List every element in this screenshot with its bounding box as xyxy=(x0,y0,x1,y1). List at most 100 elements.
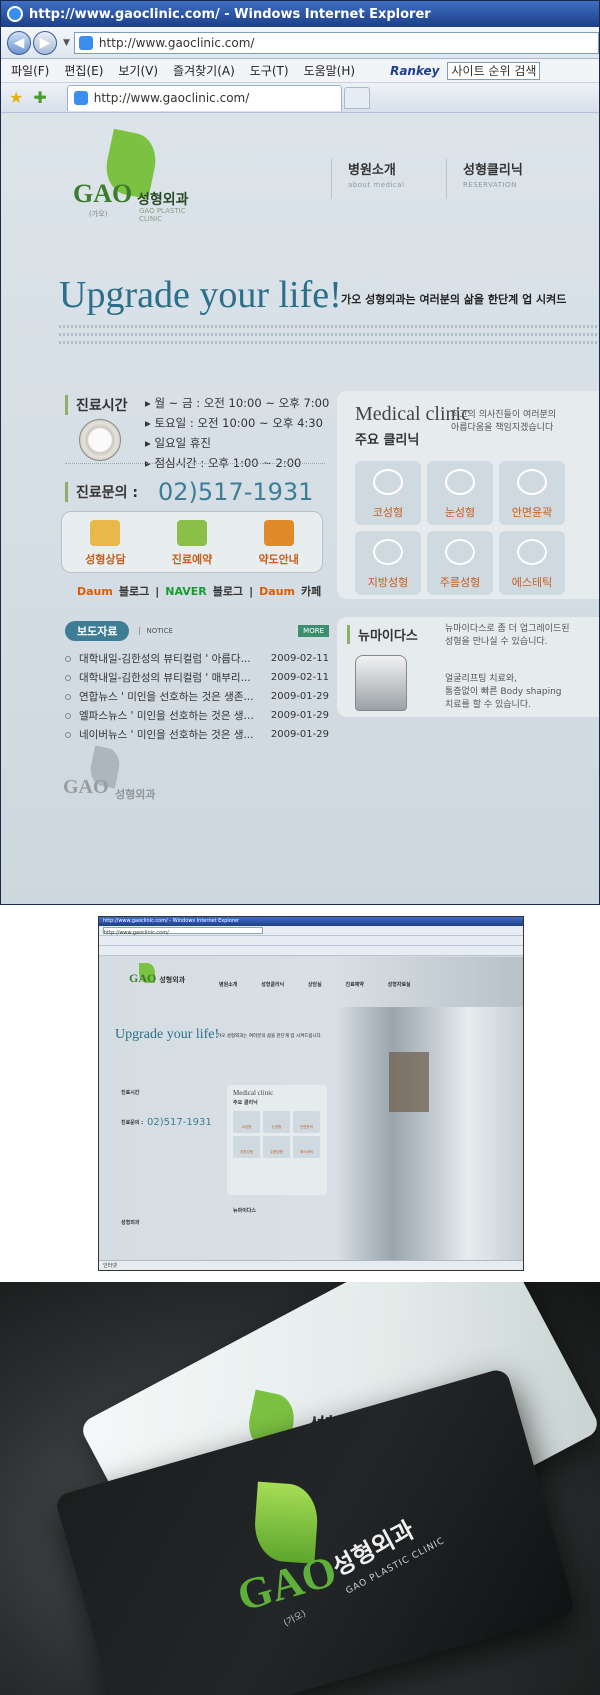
small-phone-label: 진료문의 : xyxy=(121,1120,144,1126)
ie-window-small: http://www.gaoclinic.com/ - Windows Inte… xyxy=(98,916,524,1271)
press-item[interactable]: 네이버뉴스 ' 미인을 선호하는 것은 생... 2009-01-29 xyxy=(65,725,329,744)
clinic-esthetic[interactable]: 에스테틱 xyxy=(499,531,565,595)
logo-paren: (가오) xyxy=(89,210,108,218)
small-clinic-item[interactable]: 코성형 xyxy=(233,1111,260,1133)
naver-blog-link[interactable]: 블로그 xyxy=(213,583,243,599)
menu-tools[interactable]: 도구(T) xyxy=(250,62,289,79)
consult-button[interactable]: 성형상담 xyxy=(62,512,149,572)
medical-clinic-panel: Medical clinic 주요 클리닉 최고의 의사진들이 여러분의 아름다… xyxy=(337,391,599,599)
forward-button[interactable]: ▶ xyxy=(33,30,57,55)
logo-english-name: GAO PLASTIC CLINIC xyxy=(139,207,186,223)
body-icon xyxy=(373,539,403,565)
press-item[interactable]: 연합뉴스 ' 미인을 선호하는 것은 생존... 2009-01-29 xyxy=(65,687,329,706)
footer-korean: 성형외과 xyxy=(115,788,156,801)
small-nav-item[interactable]: 상담실 xyxy=(308,982,322,988)
nav-item-clinic[interactable]: 성형클리닉 RESERVATION xyxy=(446,159,561,199)
favorites-bar: ★ ✚ http://www.gaoclinic.com/ xyxy=(1,83,599,113)
pocket-watch-icon xyxy=(79,419,121,461)
small-nav-item[interactable]: 성형자료실 xyxy=(388,982,411,988)
nose-icon xyxy=(373,469,403,495)
window-title-bar: http://www.gaoclinic.com/ - Windows Inte… xyxy=(1,1,599,27)
clinic-fat[interactable]: 지방성형 xyxy=(355,531,421,595)
hours-title: 진료시간 xyxy=(65,395,128,415)
menu-file[interactable]: 파일(F) xyxy=(11,62,49,79)
top-navigation: 병원소개 about medical 성형클리닉 RESERVATION xyxy=(331,159,561,199)
webpage-content: GAO 성형외과 GAO PLASTIC CLINIC (가오) 병원소개 ab… xyxy=(1,113,599,904)
tab-title: http://www.gaoclinic.com/ xyxy=(93,91,250,105)
small-nav-item[interactable]: 진료예약 xyxy=(345,982,363,988)
daum-logo: Daum xyxy=(259,584,296,598)
small-clinic-item[interactable]: 눈성형 xyxy=(263,1111,290,1133)
clinic-desc-line: 최고의 의사진들이 여러분의 xyxy=(451,410,557,420)
daum-blog-link[interactable]: 블로그 xyxy=(119,583,149,599)
recent-pages-dropdown-icon[interactable]: ▼ xyxy=(63,38,70,48)
map-button[interactable]: 약도안내 xyxy=(235,512,322,572)
clinic-grid: 코성형 눈성형 안면윤곽 지방성형 주름성형 에스테틱 xyxy=(355,461,565,595)
favorites-star-icon[interactable]: ★ xyxy=(9,88,23,107)
press-tab[interactable]: 보도자료 xyxy=(65,621,130,641)
small-clinic-item[interactable]: 지방성형 xyxy=(233,1136,260,1158)
small-hero: Upgrade your life! xyxy=(115,1027,220,1042)
nav-label: 병원소개 xyxy=(348,163,396,178)
small-clinic-item[interactable]: 에스테틱 xyxy=(293,1136,320,1158)
phone-label: 진료문의 : xyxy=(65,482,138,502)
small-address-input[interactable]: http://www.gaoclinic.com/ xyxy=(103,927,263,935)
small-clinic-panel: Medical clinic 주요 클리닉 코성형 눈성형 안면윤곽 지방성형 … xyxy=(227,1085,327,1195)
bullet-icon xyxy=(65,655,71,662)
interior-photo xyxy=(337,1007,523,1270)
small-hero-sub: 가오 성형외과는 여러분의 삶을 한단계 업 시켜드립니다. xyxy=(217,1034,323,1039)
press-item[interactable]: 엘파스뉴스 ' 미인을 선호하는 것은 생존... 2009-01-29 xyxy=(65,706,329,725)
small-clinic-item[interactable]: 주름성형 xyxy=(263,1136,290,1158)
small-address-bar: http://www.gaoclinic.com/ xyxy=(99,926,523,936)
small-logo: GAO 성형외과 xyxy=(129,971,186,985)
reservation-label: 진료예약 xyxy=(171,553,213,566)
window-title: http://www.gaoclinic.com/ - Windows Inte… xyxy=(29,6,431,22)
address-input[interactable]: http://www.gaoclinic.com/ xyxy=(73,31,599,54)
business-cards-photo: 성형외과 GAO 성형외과 GAO PLASTIC CLINIC (가오) xyxy=(0,1282,600,1695)
phone-number[interactable]: 02)517-1931 xyxy=(158,478,313,506)
new-mydas-desc: 뉴마이다스로 좀 더 업그레이드된 성형을 만나실 수 있습니다. xyxy=(445,624,570,647)
add-favorite-icon[interactable]: ✚ xyxy=(33,88,46,107)
more-button[interactable]: MORE xyxy=(298,625,329,637)
menu-help[interactable]: 도움말(H) xyxy=(304,62,356,79)
clinic-eye[interactable]: 눈성형 xyxy=(427,461,493,525)
quick-menu: 성형상담 진료예약 약도안내 xyxy=(61,511,323,573)
clinic-face[interactable]: 안면윤곽 xyxy=(499,461,565,525)
nav-item-about[interactable]: 병원소개 about medical xyxy=(331,159,446,199)
bullet-icon xyxy=(65,712,71,719)
blog-links: Daum 블로그 | NAVER 블로그 | Daum 카페 xyxy=(77,583,321,599)
press-item[interactable]: 대학내일-김한성의 뷰티컬럼 ' 매부리... 2009-02-11 xyxy=(65,668,329,687)
small-nav-item[interactable]: 성형클리닉 xyxy=(261,982,284,988)
menu-favorites[interactable]: 즐겨찾기(A) xyxy=(173,62,235,79)
press-item[interactable]: 대학내일-김한성의 뷰티컬럼 ' 아름다... 2009-02-11 xyxy=(65,649,329,668)
hero-headline: Upgrade your life! xyxy=(59,274,342,316)
menu-view[interactable]: 보기(V) xyxy=(118,62,158,79)
separator: | xyxy=(249,584,254,598)
small-nav-item[interactable]: 병원소개 xyxy=(219,982,237,988)
small-phone[interactable]: 02)517-1931 xyxy=(147,1117,212,1128)
small-clinic-item[interactable]: 안면윤곽 xyxy=(293,1111,320,1133)
clinic-nose[interactable]: 코성형 xyxy=(355,461,421,525)
flower-icon xyxy=(517,539,547,565)
hero-subtitle: 가오 성형외과는 여러분의 삶을 한단계 업 시켜드 xyxy=(341,293,567,306)
notice-tab[interactable]: NOTICE xyxy=(139,627,173,635)
ie-logo-icon xyxy=(7,6,23,22)
rankey-toolbar-button[interactable]: Rankey xyxy=(390,64,439,78)
new-tab-button[interactable] xyxy=(343,86,370,109)
new-mydas-desc-2: 얼굴리프팅 치료와, 통증없이 빠른 Body shaping 치료를 할 수 … xyxy=(445,674,562,710)
press-list: 대학내일-김한성의 뷰티컬럼 ' 아름다... 2009-02-11 대학내일-김… xyxy=(65,649,329,744)
back-button[interactable]: ◀ xyxy=(7,30,31,55)
clinic-desc-line: 아름다움을 책임지겠습니다 xyxy=(451,423,554,433)
daum-cafe-link[interactable]: 카페 xyxy=(301,583,321,599)
browser-tab[interactable]: http://www.gaoclinic.com/ xyxy=(66,84,342,111)
small-menu-bar xyxy=(99,936,523,946)
menu-edit[interactable]: 편집(E) xyxy=(64,62,103,79)
site-logo[interactable]: GAO 성형외과 GAO PLASTIC CLINIC (가오) xyxy=(69,128,209,223)
new-mydas-title: 뉴마이다스 xyxy=(347,625,418,644)
small-new-mydas: 뉴마이다스 xyxy=(233,1208,257,1214)
site-rank-search-input[interactable]: 사이트 순위 검색 xyxy=(447,61,541,80)
clinic-wrinkle[interactable]: 주름성형 xyxy=(427,531,493,595)
daum-logo: Daum xyxy=(77,584,113,598)
reservation-button[interactable]: 진료예약 xyxy=(149,512,236,572)
new-mydas-panel[interactable]: 뉴마이다스 뉴마이다스로 좀 더 업그레이드된 성형을 만나실 수 있습니다. … xyxy=(337,617,599,717)
